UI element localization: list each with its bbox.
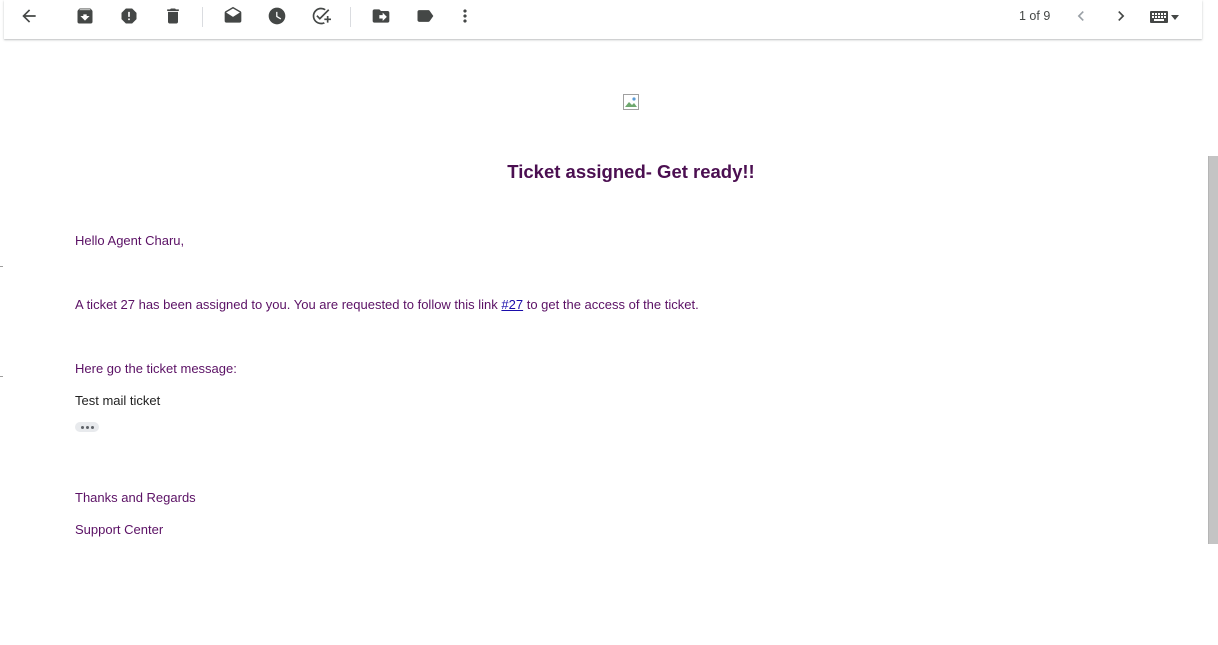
margin-marker bbox=[0, 266, 3, 267]
chevron-right-icon bbox=[1118, 11, 1125, 21]
toolbar-divider bbox=[350, 7, 351, 27]
signature-text: Support Center bbox=[75, 522, 164, 537]
message-toolbar: 1 of 9 bbox=[4, 0, 1202, 39]
dot bbox=[80, 425, 84, 429]
toolbar-divider bbox=[202, 7, 203, 27]
greeting-text: Hello Agent Charu, bbox=[75, 233, 185, 248]
trash-icon bbox=[167, 8, 179, 24]
add-task-icon bbox=[312, 7, 331, 25]
move-to-icon bbox=[372, 9, 390, 23]
assignment-text-end: to get the access of the ticket. bbox=[523, 297, 699, 312]
chevron-left-icon bbox=[1077, 11, 1084, 21]
archive-button[interactable] bbox=[69, 0, 101, 32]
ticket-link[interactable]: #27 bbox=[501, 297, 523, 312]
archive-icon bbox=[77, 8, 93, 24]
email-body: Ticket assigned- Get ready!! Hello Agent… bbox=[0, 40, 1205, 645]
pagination-count: 1 of 9 bbox=[1019, 9, 1051, 23]
broken-image-icon bbox=[623, 94, 639, 110]
margin-marker bbox=[0, 376, 3, 377]
assignment-text: A ticket 27 has been assigned to you. Yo… bbox=[75, 297, 502, 312]
delete-button[interactable] bbox=[157, 0, 189, 32]
mail-icon bbox=[224, 6, 242, 23]
back-button[interactable] bbox=[13, 0, 45, 32]
arrow-back-icon bbox=[22, 9, 36, 23]
add-to-tasks-button[interactable] bbox=[305, 0, 337, 32]
label-icon bbox=[417, 10, 434, 22]
clock-icon bbox=[268, 7, 286, 25]
report-spam-button[interactable] bbox=[113, 0, 145, 32]
show-trimmed-content-button[interactable] bbox=[75, 422, 99, 432]
keyboard-icon bbox=[1150, 11, 1168, 23]
older-button[interactable] bbox=[1105, 0, 1137, 32]
closing-text: Thanks and Regards bbox=[75, 490, 196, 505]
dot bbox=[85, 425, 89, 429]
scrollbar-thumb[interactable] bbox=[1208, 156, 1218, 544]
ticket-message-text: Test mail ticket bbox=[75, 393, 161, 408]
more-button[interactable] bbox=[449, 0, 481, 32]
report-spam-icon bbox=[121, 8, 137, 24]
newer-button[interactable] bbox=[1065, 0, 1097, 32]
move-to-button[interactable] bbox=[365, 0, 397, 32]
dot bbox=[90, 425, 94, 429]
input-tools-button[interactable] bbox=[1150, 7, 1190, 27]
assignment-paragraph: A ticket 27 has been assigned to you. Yo… bbox=[75, 297, 699, 312]
labels-button[interactable] bbox=[409, 0, 441, 32]
message-intro-text: Here go the ticket message: bbox=[75, 361, 237, 376]
email-heading: Ticket assigned- Get ready!! bbox=[507, 161, 755, 182]
caret-down-icon bbox=[1171, 14, 1179, 20]
snooze-button[interactable] bbox=[261, 0, 293, 32]
more-vert-icon bbox=[463, 9, 467, 23]
mark-unread-button[interactable] bbox=[217, 0, 249, 32]
